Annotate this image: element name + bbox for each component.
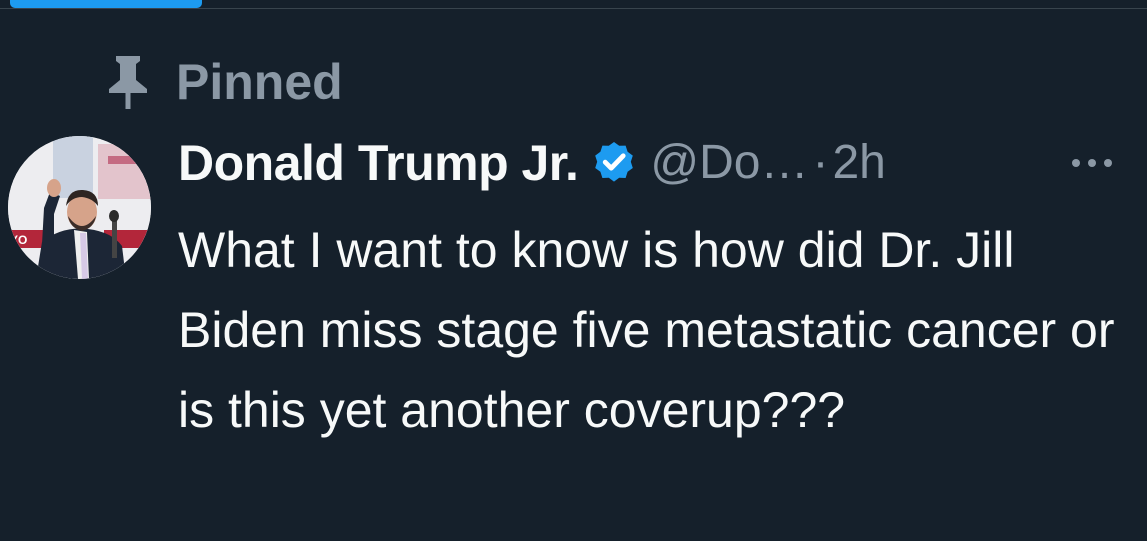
tab-divider (0, 8, 1147, 9)
more-dot (1104, 159, 1112, 167)
tweet-text[interactable]: What I want to know is how did Dr. Jill … (178, 210, 1118, 450)
avatar-photo: YO (8, 136, 151, 279)
timestamp[interactable]: 2h (832, 132, 885, 194)
author-name[interactable]: Donald Trump Jr. (178, 132, 579, 194)
tweet-header: Donald Trump Jr. @Do… · 2h (178, 132, 886, 194)
profile-timeline: Pinned YO Donald Trump Jr. @Do… · 2h Wha… (0, 0, 1147, 541)
pinned-indicator: Pinned (106, 54, 343, 110)
verified-badge-icon[interactable] (590, 139, 638, 187)
timestamp-separator: · (812, 136, 829, 189)
avatar[interactable]: YO (8, 136, 151, 279)
active-tab-indicator (10, 0, 202, 8)
pinned-label: Pinned (176, 54, 343, 110)
author-handle[interactable]: @Do… (650, 132, 808, 194)
pin-icon (109, 56, 147, 109)
more-dot (1072, 159, 1080, 167)
more-options-icon[interactable] (1072, 156, 1112, 170)
more-dot (1088, 159, 1096, 167)
svg-text:YO: YO (10, 233, 27, 247)
